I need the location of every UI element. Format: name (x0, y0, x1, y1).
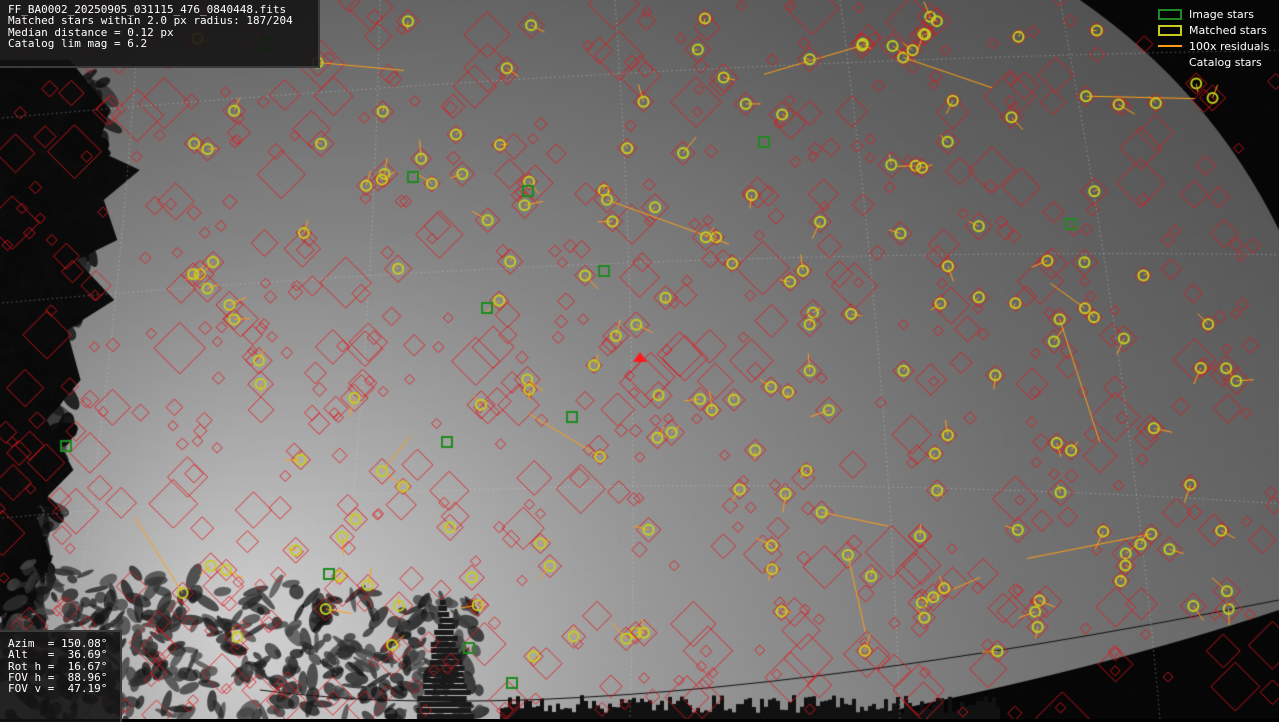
image-star-legend-icon (1158, 8, 1182, 20)
catalog-lim-mag-text: Catalog lim mag = 6.2 (8, 36, 148, 50)
legend-item-residuals: 100x residuals (1157, 38, 1271, 54)
residual-legend-icon (1158, 45, 1182, 47)
legend-item-catalog-stars: Catalog stars (1157, 54, 1271, 70)
pointing-panel: Azim = 150.08° Alt = 36.69° Rot h = 16.67°… (0, 630, 122, 722)
legend-label-matched-stars: Matched stars (1189, 23, 1267, 37)
legend-item-image-stars: Image stars (1157, 6, 1271, 22)
info-panel: FF_BA0002_20250905_031115_476_0840448.fi… (0, 0, 320, 68)
sky-image-canvas (0, 0, 1279, 719)
legend-label-residuals: 100x residuals (1189, 39, 1270, 53)
matched-star-legend-icon (1158, 24, 1182, 36)
matched-stars-text: Matched stars within 2.0 px radius: 187/… (8, 14, 293, 28)
fov-v-text: FOV v = 47.19° (8, 682, 108, 696)
alt-text: Alt = 36.69° (8, 648, 108, 662)
legend-item-matched-stars: Matched stars (1157, 22, 1271, 38)
legend-label-image-stars: Image stars (1189, 7, 1254, 21)
legend: Image stars Matched stars 100x residuals… (1157, 6, 1271, 70)
legend-label-catalog-stars: Catalog stars (1189, 55, 1262, 69)
